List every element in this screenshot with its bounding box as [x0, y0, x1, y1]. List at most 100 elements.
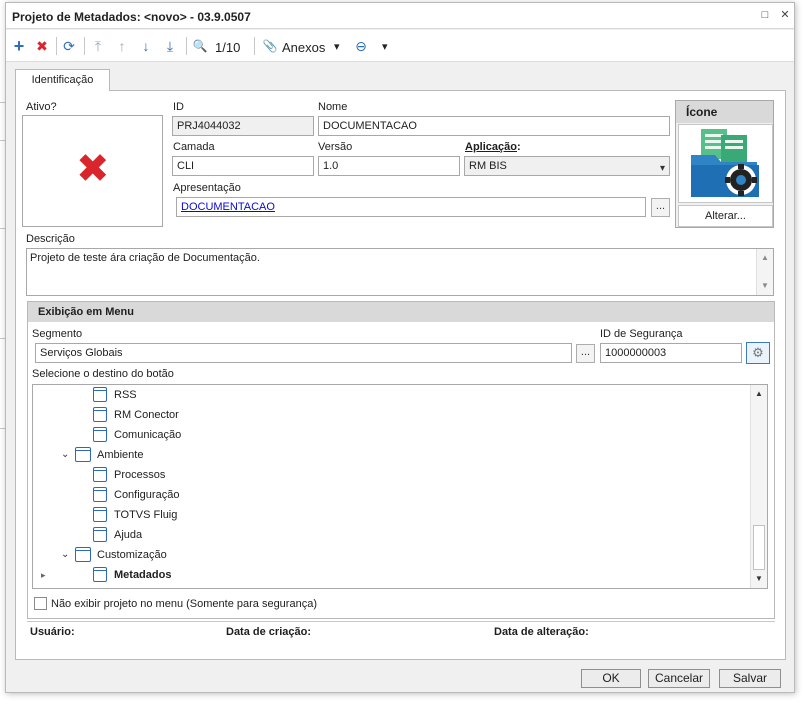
apresentacao-browse-button[interactable]: ... [651, 198, 670, 217]
inactive-x-icon: ✖ [76, 147, 110, 191]
window-title: Projeto de Metadados: <novo> - 03.9.0507 [12, 10, 251, 24]
segmento-label: Segmento [32, 328, 83, 340]
ativo-toggle[interactable]: ✖ [22, 115, 163, 227]
tree-item-label: RSS [114, 389, 137, 401]
icone-header: Ícone [676, 101, 773, 123]
seguranca-label: ID de Segurança [600, 328, 683, 340]
search-icon[interactable]: 🔍 [191, 36, 209, 56]
attachments-dropdown-icon[interactable]: ▾ [334, 40, 340, 53]
folder-gear-icon [691, 129, 759, 197]
tree-item-label: RM Conector [114, 409, 179, 421]
add-icon[interactable]: + [11, 36, 27, 56]
folder-icon [75, 447, 91, 462]
camada-label: Camada [173, 141, 215, 153]
usuario-label: Usuário: [30, 626, 75, 638]
id-field: PRJ4044032 [172, 116, 314, 136]
security-gear-button[interactable]: ⚙ [746, 342, 770, 364]
icone-panel: Ícone Alterar... [675, 100, 774, 228]
attachments-button[interactable]: Anexos [282, 40, 325, 55]
versao-label: Versão [318, 141, 353, 153]
alterar-icon-button[interactable]: Alterar... [678, 205, 773, 227]
descricao-scrollbar[interactable]: ▲ ▼ [756, 249, 773, 295]
save-button[interactable]: Salvar [719, 669, 781, 688]
scroll-up-icon[interactable]: ▲ [759, 252, 771, 264]
camada-field[interactable]: CLI [172, 156, 314, 176]
toolbar-separator [254, 37, 255, 55]
previous-record-icon[interactable]: ↑ [114, 36, 130, 56]
ok-button[interactable]: OK [581, 669, 641, 688]
folder-icon [75, 547, 91, 562]
paperclip-icon[interactable]: 📎 [262, 36, 278, 56]
window-icon [93, 507, 107, 522]
nao-exibir-label: Não exibir projeto no menu (Somente para… [51, 598, 317, 610]
next-record-icon[interactable]: ↓ [138, 36, 154, 56]
cancel-button[interactable]: Cancelar [648, 669, 710, 688]
window-icon [93, 427, 107, 442]
scroll-down-icon[interactable]: ▼ [753, 573, 765, 585]
tree-item-label: Metadados [114, 569, 172, 581]
descricao-label: Descrição [26, 233, 75, 245]
first-record-icon[interactable]: ⤒ [90, 36, 106, 56]
descricao-value: Projeto de teste ára criação de Document… [30, 252, 260, 264]
maximize-button[interactable]: □ [758, 8, 772, 22]
scroll-down-icon[interactable]: ▼ [759, 280, 771, 292]
aplicacao-label-text: Aplicação [465, 141, 517, 153]
aplicacao-label: Aplicação: [465, 141, 521, 153]
descricao-textarea[interactable]: Projeto de teste ára criação de Document… [26, 248, 774, 296]
refresh-icon[interactable]: ⟳ [61, 36, 77, 56]
project-image-icon[interactable] [678, 124, 773, 203]
window-icon [93, 407, 107, 422]
aplicacao-value: RM BIS [469, 160, 507, 172]
aplicacao-label-colon: : [516, 141, 521, 153]
apresentacao-field[interactable]: DOCUMENTACAO [176, 197, 646, 217]
tree-item-label: Ambiente [97, 449, 144, 461]
nome-label: Nome [318, 101, 348, 113]
more-options-icon[interactable]: ⊖ [352, 36, 370, 56]
tree-item-label: TOTVS Fluig [114, 509, 178, 521]
data-criacao-label: Data de criação: [226, 626, 311, 638]
chevron-down-icon[interactable]: ⌄ [61, 545, 69, 565]
nome-field[interactable]: DOCUMENTACAO [318, 116, 670, 136]
tab-identificacao[interactable]: Identificação [15, 69, 110, 91]
aplicacao-select[interactable]: RM BIS ▾ [464, 156, 670, 176]
ativo-label: Ativo? [26, 101, 57, 113]
window-icon [93, 527, 107, 542]
window-icon [93, 387, 107, 402]
footer-divider [27, 621, 775, 622]
toolbar-separator [186, 37, 187, 55]
window-icon [93, 567, 107, 582]
close-button[interactable]: ✕ [778, 8, 792, 22]
destino-label: Selecione o destino do botão [32, 368, 174, 380]
data-alteracao-label: Data de alteração: [494, 626, 589, 638]
scroll-thumb[interactable] [753, 525, 765, 570]
tree-item-label: Ajuda [114, 529, 143, 541]
last-record-icon[interactable]: ⤓ [162, 36, 178, 56]
chevron-down-icon: ▾ [659, 163, 665, 174]
tree-scrollbar[interactable]: ▲ ▼ [750, 385, 767, 588]
seguranca-field[interactable]: 1000000003 [600, 343, 742, 363]
more-dropdown-icon[interactable]: ▾ [382, 40, 388, 53]
id-label: ID [173, 101, 184, 113]
chevron-down-icon[interactable]: ⌄ [61, 445, 69, 465]
menu-destination-tree[interactable]: RSS RM Conector Comunicação ⌄ Ambiente P… [32, 384, 768, 589]
apresentacao-label: Apresentação [173, 182, 241, 194]
segmento-browse-button[interactable]: ... [576, 344, 595, 363]
record-counter: 1/10 [215, 40, 241, 55]
chevron-right-icon[interactable]: ▸ [41, 565, 46, 585]
tree-item-label: Customização [97, 549, 167, 561]
tree-item-label: Configuração [114, 489, 180, 501]
window-icon [93, 467, 107, 482]
versao-field[interactable]: 1.0 [318, 156, 460, 176]
toolbar-separator [84, 37, 85, 55]
delete-icon[interactable]: ✖ [34, 36, 50, 56]
exibicao-menu-header: Exibição em Menu [28, 302, 774, 322]
toolbar-separator [56, 37, 57, 55]
toolbar: + ✖ ⟳ ⤒ ↑ ↓ ⤓ 🔍 1/10 📎 Anexos ▾ ⊖ ▾ [6, 30, 794, 62]
tree-item-label: Comunicação [114, 429, 182, 441]
nao-exibir-checkbox[interactable] [34, 597, 47, 610]
segmento-field[interactable]: Serviços Globais [35, 343, 572, 363]
scroll-up-icon[interactable]: ▲ [753, 388, 765, 400]
tree-item-label: Processos [114, 469, 166, 481]
window-icon [93, 487, 107, 502]
gear-icon: ⚙ [752, 345, 764, 360]
